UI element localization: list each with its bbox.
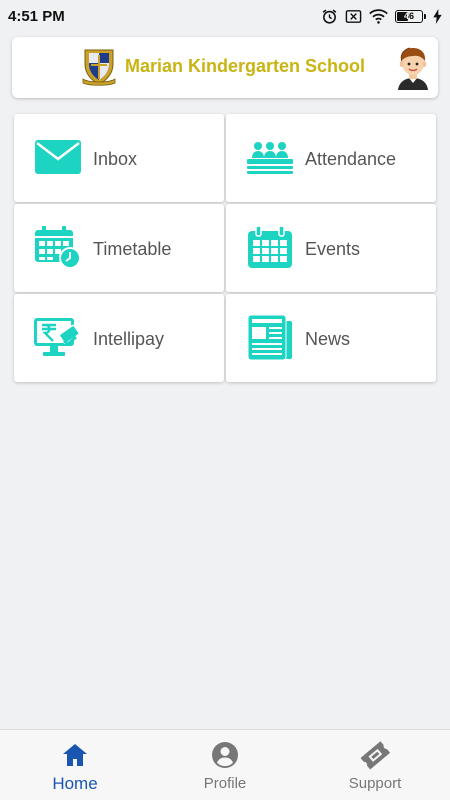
tile-label: Inbox [93, 149, 138, 169]
tile-label: Events [305, 239, 361, 259]
tile-label: News [305, 329, 351, 349]
nav-label-home: Home [52, 774, 98, 793]
school-crest-logo [81, 46, 117, 91]
battery-icon: 46 [395, 9, 426, 23]
nav-home[interactable]: Home [0, 730, 150, 800]
tile-label: Intellipay [93, 329, 165, 349]
wifi-icon [369, 8, 388, 24]
school-name: Marian Kindergarten School [125, 56, 366, 76]
status-time: 4:51 PM [8, 7, 65, 25]
tile-events[interactable]: Events [226, 204, 436, 292]
newspaper-icon [245, 312, 295, 362]
envelope-icon [33, 132, 83, 182]
rupee-payment-icon [33, 312, 83, 362]
status-bar: 4:51 PM 46 [0, 0, 450, 32]
nav-label-profile: Profile [203, 775, 247, 792]
tile-label: Attendance [305, 149, 397, 169]
tile-news[interactable]: News [226, 294, 436, 382]
battery-level: 46 [403, 11, 414, 21]
tile-intellipay[interactable]: Intellipay [14, 294, 224, 382]
nav-label-support: Support [348, 775, 402, 792]
sim-blocked-icon [345, 9, 362, 24]
ticket-icon [359, 741, 391, 770]
class-attendance-icon [245, 132, 295, 182]
bottom-navigation: Home Profile Support [0, 729, 450, 800]
nav-support[interactable]: Support [300, 730, 450, 800]
charging-icon [433, 8, 442, 24]
calendar-icon [245, 222, 295, 272]
alarm-icon [321, 8, 338, 25]
student-avatar[interactable] [390, 44, 436, 95]
calendar-clock-icon [33, 222, 83, 272]
tile-inbox[interactable]: Inbox [14, 114, 224, 202]
tile-label: Timetable [93, 239, 172, 259]
person-circle-icon [211, 741, 239, 769]
home-icon [62, 741, 88, 769]
tile-attendance[interactable]: Attendance [226, 114, 436, 202]
nav-profile[interactable]: Profile [150, 730, 300, 800]
school-header: Marian Kindergarten School [12, 37, 438, 98]
status-icons: 46 [321, 8, 442, 25]
tile-timetable[interactable]: Timetable [14, 204, 224, 292]
